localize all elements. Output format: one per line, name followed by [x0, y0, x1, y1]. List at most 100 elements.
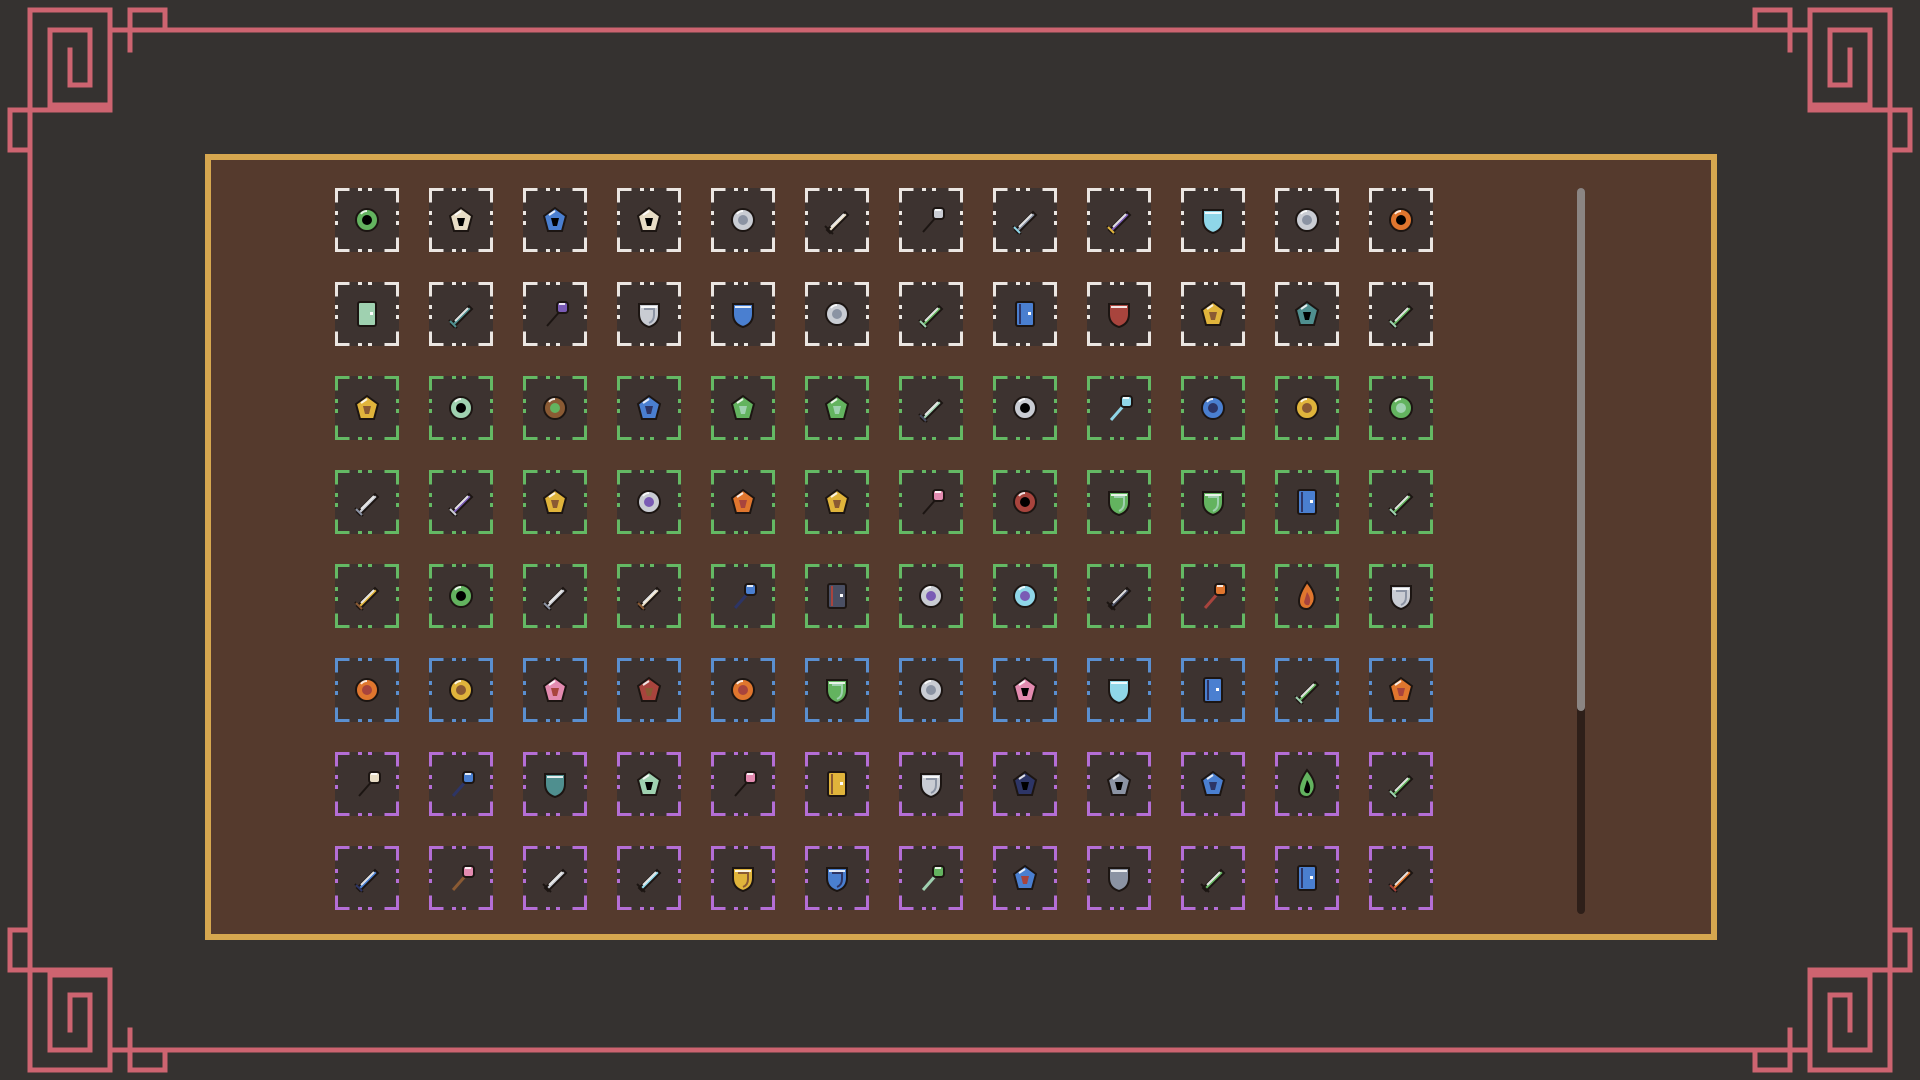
- inventory-slot[interactable]: [711, 282, 775, 346]
- inventory-slot[interactable]: [711, 846, 775, 910]
- inventory-slot[interactable]: [711, 564, 775, 628]
- inventory-slot[interactable]: [617, 846, 681, 910]
- inventory-slot[interactable]: [1181, 470, 1245, 534]
- inventory-slot[interactable]: [1275, 752, 1339, 816]
- inventory-slot[interactable]: [1181, 658, 1245, 722]
- inventory-slot[interactable]: [805, 752, 869, 816]
- inventory-slot[interactable]: [429, 752, 493, 816]
- inventory-slot[interactable]: [1369, 376, 1433, 440]
- inventory-slot[interactable]: [429, 658, 493, 722]
- inventory-slot[interactable]: [523, 658, 587, 722]
- inventory-slot[interactable]: [335, 188, 399, 252]
- inventory-slot[interactable]: [805, 376, 869, 440]
- inventory-slot[interactable]: [429, 188, 493, 252]
- inventory-slot[interactable]: [899, 376, 963, 440]
- inventory-slot[interactable]: [899, 846, 963, 910]
- inventory-slot[interactable]: [1181, 376, 1245, 440]
- inventory-slot[interactable]: [993, 752, 1057, 816]
- inventory-slot[interactable]: [335, 564, 399, 628]
- inventory-slot[interactable]: [523, 564, 587, 628]
- inventory-slot[interactable]: [1087, 470, 1151, 534]
- inventory-slot[interactable]: [617, 470, 681, 534]
- inventory-slot[interactable]: [1087, 846, 1151, 910]
- inventory-slot[interactable]: [711, 188, 775, 252]
- inventory-slot[interactable]: [993, 282, 1057, 346]
- inventory-slot[interactable]: [523, 470, 587, 534]
- inventory-slot[interactable]: [805, 658, 869, 722]
- inventory-slot[interactable]: [1369, 282, 1433, 346]
- inventory-slot[interactable]: [617, 752, 681, 816]
- inventory-slot[interactable]: [1181, 752, 1245, 816]
- inventory-slot[interactable]: [711, 376, 775, 440]
- inventory-slot[interactable]: [1275, 658, 1339, 722]
- inventory-slot[interactable]: [805, 470, 869, 534]
- inventory-slot[interactable]: [899, 752, 963, 816]
- inventory-slot[interactable]: [1087, 188, 1151, 252]
- inventory-slot[interactable]: [617, 282, 681, 346]
- inventory-slot[interactable]: [523, 846, 587, 910]
- inventory-slot[interactable]: [993, 470, 1057, 534]
- inventory-slot[interactable]: [1087, 376, 1151, 440]
- inventory-slot[interactable]: [1275, 188, 1339, 252]
- inventory-slot[interactable]: [1275, 846, 1339, 910]
- inventory-slot[interactable]: [617, 658, 681, 722]
- inventory-slot[interactable]: [1087, 752, 1151, 816]
- inventory-slot[interactable]: [993, 564, 1057, 628]
- inventory-slot[interactable]: [1369, 658, 1433, 722]
- inventory-slot[interactable]: [805, 846, 869, 910]
- inventory-slot[interactable]: [711, 658, 775, 722]
- inventory-slot[interactable]: [1087, 564, 1151, 628]
- inventory-slot[interactable]: [1369, 564, 1433, 628]
- scrollbar-thumb[interactable]: [1577, 188, 1585, 711]
- inventory-slot[interactable]: [1275, 376, 1339, 440]
- inventory-slot[interactable]: [523, 282, 587, 346]
- inventory-slot[interactable]: [335, 752, 399, 816]
- inventory-slot[interactable]: [1369, 470, 1433, 534]
- inventory-slot[interactable]: [1181, 188, 1245, 252]
- inventory-slot[interactable]: [805, 564, 869, 628]
- inventory-slot[interactable]: [899, 282, 963, 346]
- inventory-slot[interactable]: [1275, 470, 1339, 534]
- inventory-slot[interactable]: [993, 188, 1057, 252]
- inventory-slot[interactable]: [1087, 282, 1151, 346]
- inventory-slot[interactable]: [335, 658, 399, 722]
- green-quill-icon: [819, 390, 855, 426]
- inventory-slot[interactable]: [899, 188, 963, 252]
- inventory-slot[interactable]: [523, 752, 587, 816]
- inventory-slot[interactable]: [899, 658, 963, 722]
- inventory-slot[interactable]: [429, 564, 493, 628]
- inventory-slot[interactable]: [617, 564, 681, 628]
- inventory-slot[interactable]: [335, 282, 399, 346]
- inventory-slot[interactable]: [335, 376, 399, 440]
- inventory-slot[interactable]: [1369, 188, 1433, 252]
- inventory-slot[interactable]: [1181, 846, 1245, 910]
- inventory-slot[interactable]: [1369, 846, 1433, 910]
- inventory-slot[interactable]: [429, 470, 493, 534]
- inventory-slot[interactable]: [1275, 564, 1339, 628]
- inventory-slot[interactable]: [617, 376, 681, 440]
- inventory-slot[interactable]: [899, 564, 963, 628]
- inventory-slot[interactable]: [993, 658, 1057, 722]
- inventory-slot[interactable]: [805, 282, 869, 346]
- scrollbar-track[interactable]: [1577, 188, 1585, 914]
- inventory-slot[interactable]: [335, 846, 399, 910]
- inventory-slot[interactable]: [429, 376, 493, 440]
- inventory-slot[interactable]: [899, 470, 963, 534]
- inventory-slot[interactable]: [1181, 564, 1245, 628]
- inventory-slot[interactable]: [711, 470, 775, 534]
- inventory-slot[interactable]: [429, 282, 493, 346]
- inventory-slot[interactable]: [523, 188, 587, 252]
- inventory-slot[interactable]: [1369, 752, 1433, 816]
- inventory-slot[interactable]: [805, 188, 869, 252]
- inventory-slot[interactable]: [993, 376, 1057, 440]
- inventory-slot[interactable]: [617, 188, 681, 252]
- inventory-slot[interactable]: [1275, 282, 1339, 346]
- inventory-slot[interactable]: [993, 846, 1057, 910]
- inventory-slot[interactable]: [1087, 658, 1151, 722]
- inventory-slot[interactable]: [523, 376, 587, 440]
- inventory-slot[interactable]: [1181, 282, 1245, 346]
- inventory-slot[interactable]: [711, 752, 775, 816]
- inventory-slot[interactable]: [335, 470, 399, 534]
- short-blade-icon: [443, 296, 479, 332]
- inventory-slot[interactable]: [429, 846, 493, 910]
